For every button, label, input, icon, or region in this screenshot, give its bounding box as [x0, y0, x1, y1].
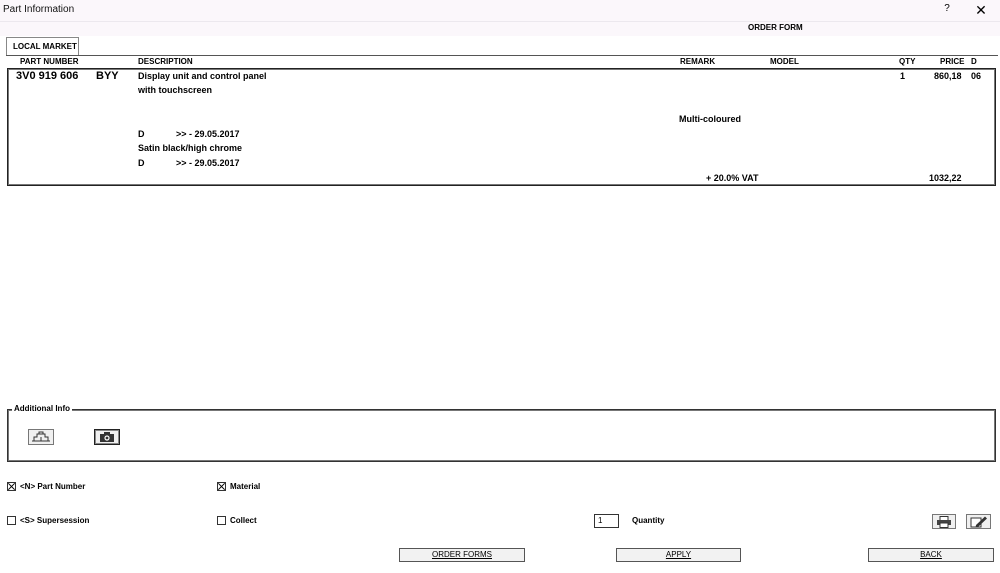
supersession-option[interactable]: <S> Supersession [7, 516, 89, 525]
column-header-d: D [971, 57, 977, 66]
column-header-price: PRICE [940, 57, 965, 66]
header-divider [6, 55, 998, 56]
part-number-option-label: <N> Part Number [20, 482, 86, 491]
additional-info-panel: Additional Info [7, 404, 996, 462]
part-number-checkbox[interactable] [7, 482, 16, 491]
column-header-qty: QTY [899, 57, 916, 66]
validity-code: D [138, 129, 145, 139]
additional-info-legend: Additional Info [12, 404, 72, 413]
collect-option[interactable]: Collect [217, 516, 257, 525]
part-d: 06 [971, 71, 982, 81]
close-button[interactable]: ✕ [972, 1, 990, 19]
photo-button[interactable] [94, 429, 120, 445]
part-number-option[interactable]: <N> Part Number [7, 482, 85, 491]
vat-price: 1032,22 [929, 173, 962, 183]
collect-option-label: Collect [230, 516, 257, 525]
quantity-label: Quantity [632, 516, 665, 525]
part-diagram-button[interactable] [28, 429, 54, 445]
form-title: ORDER FORM [748, 23, 803, 32]
material-option-label: Material [230, 482, 261, 491]
part-variant: Satin black/high chrome [138, 143, 243, 153]
parts-table[interactable]: 3V0 919 606 BYY Display unit and control… [7, 68, 996, 186]
help-button[interactable]: ? [940, 3, 954, 14]
supersession-option-label: <S> Supersession [20, 516, 90, 525]
column-header-part-number: PART NUMBER [20, 57, 79, 66]
quantity-input[interactable]: 1 [594, 514, 619, 528]
apply-button[interactable]: APPLY [616, 548, 741, 562]
validity-date: >> - 29.05.2017 [176, 129, 240, 139]
form-header: ORDER FORM [0, 22, 1000, 36]
validity-code-2: D [138, 158, 145, 168]
part-price: 860,18 [934, 71, 962, 81]
material-checkbox[interactable] [217, 482, 226, 491]
order-forms-button[interactable]: ORDER FORMS [399, 548, 525, 562]
part-remark: Multi-coloured [679, 114, 741, 124]
supersession-checkbox[interactable] [7, 516, 16, 525]
title-bar: Part Information ? ✕ [0, 0, 1000, 22]
back-label: BACK [920, 550, 942, 559]
tab-local-market[interactable]: LOCAL MARKET [6, 37, 79, 55]
validity-date-2: >> - 29.05.2017 [176, 158, 240, 168]
column-header-model: MODEL [770, 57, 799, 66]
part-number[interactable]: 3V0 919 606 [16, 70, 78, 82]
back-button[interactable]: BACK [868, 548, 994, 562]
print-button[interactable] [932, 514, 956, 529]
edit-button[interactable] [966, 514, 991, 529]
collect-checkbox[interactable] [217, 516, 226, 525]
apply-label: APPLY [665, 550, 692, 559]
window-title: Part Information [3, 4, 75, 15]
material-option[interactable]: Material [217, 482, 260, 491]
order-forms-label: ORDER FORMS [432, 550, 492, 559]
part-qty: 1 [900, 71, 906, 81]
printer-icon [937, 515, 951, 528]
part-suffix: BYY [96, 70, 119, 82]
column-header-description: DESCRIPTION [138, 57, 193, 66]
part-description: Display unit and control panel [138, 71, 267, 81]
vat-label: + 20.0% VAT [706, 173, 759, 183]
camera-icon [100, 432, 114, 442]
edit-icon [970, 516, 987, 527]
part-diagram-icon [32, 431, 50, 442]
part-description-2: with touchscreen [138, 85, 213, 95]
column-header-remark: REMARK [680, 57, 716, 66]
